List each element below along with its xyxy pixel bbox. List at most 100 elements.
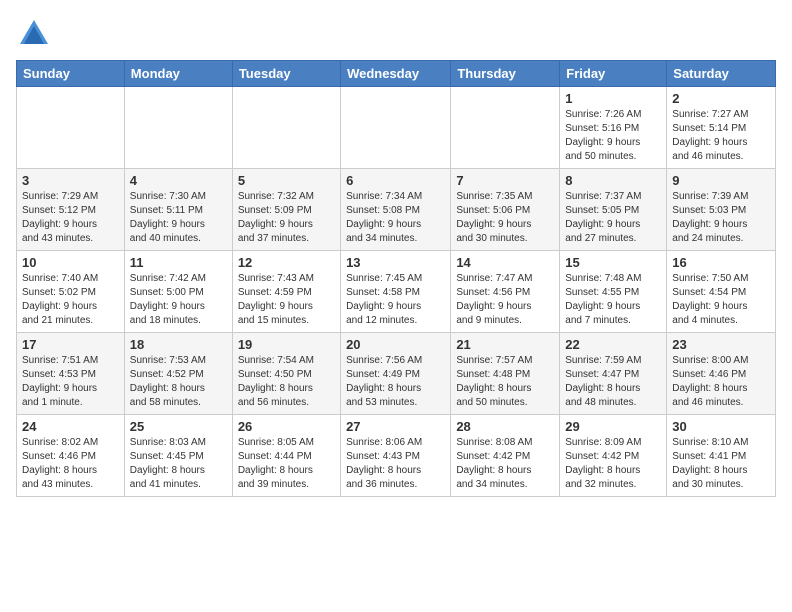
calendar-week-row: 10 Sunrise: 7:40 AM Sunset: 5:02 PM Dayli… (17, 251, 776, 333)
calendar-week-row: 3 Sunrise: 7:29 AM Sunset: 5:12 PM Daylig… (17, 169, 776, 251)
day-number: 23 (672, 337, 770, 352)
calendar-cell: 23 Sunrise: 8:00 AM Sunset: 4:46 PM Dayli… (667, 333, 776, 415)
calendar-cell: 7 Sunrise: 7:35 AM Sunset: 5:06 PM Daylig… (451, 169, 560, 251)
weekday-header: Thursday (451, 61, 560, 87)
calendar-cell: 15Sunrise: 7:48 AM Sunset: 4:55 PM Dayli… (560, 251, 667, 333)
day-number: 13 (346, 255, 445, 270)
logo (16, 16, 58, 52)
day-info: Sunrise: 7:48 AM Sunset: 4:55 PM Dayligh… (565, 272, 661, 328)
day-number: 7 (456, 173, 554, 188)
day-info: Sunrise: 7:26 AM Sunset: 5:16 PM Dayligh… (565, 108, 661, 164)
calendar-cell: 11 Sunrise: 7:42 AM Sunset: 5:00 PM Dayli… (124, 251, 232, 333)
day-number: 3 (22, 173, 119, 188)
day-info: Sunrise: 8:03 AM Sunset: 4:45 PM Dayligh… (130, 436, 227, 492)
calendar-cell: 4 Sunrise: 7:30 AM Sunset: 5:11 PM Daylig… (124, 169, 232, 251)
day-number: 28 (456, 419, 554, 434)
day-info: Sunrise: 7:54 AM Sunset: 4:50 PM Dayligh… (238, 354, 335, 410)
weekday-header: Monday (124, 61, 232, 87)
day-info: Sunrise: 7:43 AM Sunset: 4:59 PM Dayligh… (238, 272, 335, 328)
day-number: 17 (22, 337, 119, 352)
day-number: 22 (565, 337, 661, 352)
day-number: 9 (672, 173, 770, 188)
day-info: Sunrise: 7:47 AM Sunset: 4:56 PM Dayligh… (456, 272, 554, 328)
day-number: 4 (130, 173, 227, 188)
weekday-header: Tuesday (232, 61, 340, 87)
day-info: Sunrise: 8:10 AM Sunset: 4:41 PM Dayligh… (672, 436, 770, 492)
day-number: 30 (672, 419, 770, 434)
day-number: 1 (565, 91, 661, 106)
calendar-cell: 24 Sunrise: 8:02 AM Sunset: 4:46 PM Dayli… (17, 415, 125, 497)
day-number: 14 (456, 255, 554, 270)
logo-icon (16, 16, 52, 52)
calendar-cell: 12 Sunrise: 7:43 AM Sunset: 4:59 PM Dayli… (232, 251, 340, 333)
page-header (16, 16, 776, 52)
calendar-cell: 13Sunrise: 7:45 AM Sunset: 4:58 PM Dayli… (341, 251, 451, 333)
day-number: 29 (565, 419, 661, 434)
calendar-cell: 25Sunrise: 8:03 AM Sunset: 4:45 PM Dayli… (124, 415, 232, 497)
calendar-cell: 3 Sunrise: 7:29 AM Sunset: 5:12 PM Daylig… (17, 169, 125, 251)
calendar-cell: 18 Sunrise: 7:53 AM Sunset: 4:52 PM Dayli… (124, 333, 232, 415)
calendar-cell: 21 Sunrise: 7:57 AM Sunset: 4:48 PM Dayli… (451, 333, 560, 415)
calendar-week-row: 24 Sunrise: 8:02 AM Sunset: 4:46 PM Dayli… (17, 415, 776, 497)
calendar-cell: 19 Sunrise: 7:54 AM Sunset: 4:50 PM Dayli… (232, 333, 340, 415)
calendar-cell (124, 87, 232, 169)
day-info: Sunrise: 7:37 AM Sunset: 5:05 PM Dayligh… (565, 190, 661, 246)
day-number: 8 (565, 173, 661, 188)
calendar-cell: 1 Sunrise: 7:26 AM Sunset: 5:16 PM Daylig… (560, 87, 667, 169)
calendar-cell: 14 Sunrise: 7:47 AM Sunset: 4:56 PM Dayli… (451, 251, 560, 333)
day-number: 27 (346, 419, 445, 434)
calendar-cell: 20 Sunrise: 7:56 AM Sunset: 4:49 PM Dayli… (341, 333, 451, 415)
calendar-week-row: 17Sunrise: 7:51 AM Sunset: 4:53 PM Dayli… (17, 333, 776, 415)
weekday-header: Friday (560, 61, 667, 87)
calendar-cell: 29 Sunrise: 8:09 AM Sunset: 4:42 PM Dayli… (560, 415, 667, 497)
day-info: Sunrise: 8:00 AM Sunset: 4:46 PM Dayligh… (672, 354, 770, 410)
day-info: Sunrise: 7:30 AM Sunset: 5:11 PM Dayligh… (130, 190, 227, 246)
calendar-cell (341, 87, 451, 169)
day-info: Sunrise: 8:08 AM Sunset: 4:42 PM Dayligh… (456, 436, 554, 492)
calendar-cell: 5Sunrise: 7:32 AM Sunset: 5:09 PM Daylig… (232, 169, 340, 251)
day-info: Sunrise: 7:57 AM Sunset: 4:48 PM Dayligh… (456, 354, 554, 410)
calendar-cell: 2Sunrise: 7:27 AM Sunset: 5:14 PM Daylig… (667, 87, 776, 169)
day-number: 21 (456, 337, 554, 352)
calendar-cell: 22 Sunrise: 7:59 AM Sunset: 4:47 PM Dayli… (560, 333, 667, 415)
day-number: 12 (238, 255, 335, 270)
day-number: 6 (346, 173, 445, 188)
calendar-cell: 30 Sunrise: 8:10 AM Sunset: 4:41 PM Dayli… (667, 415, 776, 497)
day-number: 18 (130, 337, 227, 352)
day-info: Sunrise: 8:02 AM Sunset: 4:46 PM Dayligh… (22, 436, 119, 492)
day-number: 26 (238, 419, 335, 434)
calendar-cell (451, 87, 560, 169)
day-info: Sunrise: 7:59 AM Sunset: 4:47 PM Dayligh… (565, 354, 661, 410)
day-info: Sunrise: 7:56 AM Sunset: 4:49 PM Dayligh… (346, 354, 445, 410)
day-info: Sunrise: 8:05 AM Sunset: 4:44 PM Dayligh… (238, 436, 335, 492)
day-number: 24 (22, 419, 119, 434)
day-info: Sunrise: 7:42 AM Sunset: 5:00 PM Dayligh… (130, 272, 227, 328)
day-number: 11 (130, 255, 227, 270)
calendar-table: SundayMondayTuesdayWednesdayThursdayFrid… (16, 60, 776, 497)
day-number: 2 (672, 91, 770, 106)
day-info: Sunrise: 7:35 AM Sunset: 5:06 PM Dayligh… (456, 190, 554, 246)
calendar-cell: 27Sunrise: 8:06 AM Sunset: 4:43 PM Dayli… (341, 415, 451, 497)
day-number: 16 (672, 255, 770, 270)
day-info: Sunrise: 7:34 AM Sunset: 5:08 PM Dayligh… (346, 190, 445, 246)
day-info: Sunrise: 7:53 AM Sunset: 4:52 PM Dayligh… (130, 354, 227, 410)
calendar-cell (17, 87, 125, 169)
day-number: 10 (22, 255, 119, 270)
calendar-cell: 9 Sunrise: 7:39 AM Sunset: 5:03 PM Daylig… (667, 169, 776, 251)
day-info: Sunrise: 7:29 AM Sunset: 5:12 PM Dayligh… (22, 190, 119, 246)
calendar-cell: 10 Sunrise: 7:40 AM Sunset: 5:02 PM Dayli… (17, 251, 125, 333)
calendar-cell: 8 Sunrise: 7:37 AM Sunset: 5:05 PM Daylig… (560, 169, 667, 251)
calendar-week-row: 1 Sunrise: 7:26 AM Sunset: 5:16 PM Daylig… (17, 87, 776, 169)
calendar-cell: 6 Sunrise: 7:34 AM Sunset: 5:08 PM Daylig… (341, 169, 451, 251)
calendar-cell: 17Sunrise: 7:51 AM Sunset: 4:53 PM Dayli… (17, 333, 125, 415)
day-info: Sunrise: 7:39 AM Sunset: 5:03 PM Dayligh… (672, 190, 770, 246)
calendar-cell: 28 Sunrise: 8:08 AM Sunset: 4:42 PM Dayli… (451, 415, 560, 497)
weekday-header: Wednesday (341, 61, 451, 87)
calendar-header-row: SundayMondayTuesdayWednesdayThursdayFrid… (17, 61, 776, 87)
day-info: Sunrise: 7:50 AM Sunset: 4:54 PM Dayligh… (672, 272, 770, 328)
day-info: Sunrise: 7:40 AM Sunset: 5:02 PM Dayligh… (22, 272, 119, 328)
calendar-cell (232, 87, 340, 169)
day-number: 19 (238, 337, 335, 352)
day-number: 20 (346, 337, 445, 352)
day-info: Sunrise: 8:09 AM Sunset: 4:42 PM Dayligh… (565, 436, 661, 492)
